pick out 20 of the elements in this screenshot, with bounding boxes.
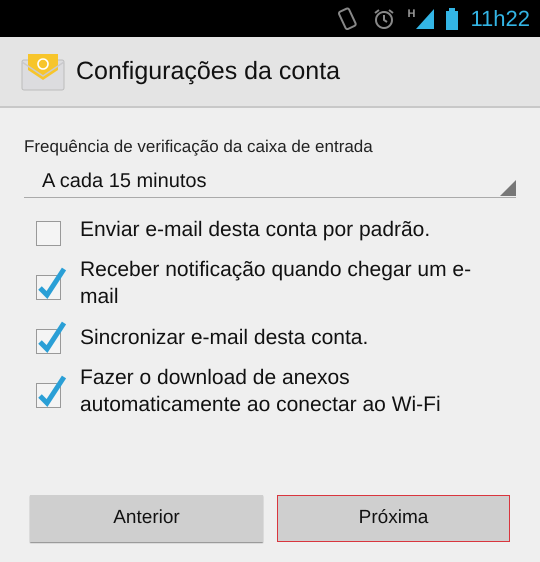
nav-button[interactable]: Anterior: [30, 495, 263, 542]
option-label: Fazer o download de anexos automaticamente ao conectar ao Wi-Fi: [80, 365, 442, 418]
signal-icon: [416, 8, 434, 28]
dropdown-triangle-icon: [500, 180, 516, 196]
checkbox[interactable]: [36, 320, 66, 354]
rotation-icon: [336, 6, 360, 32]
frequency-dropdown[interactable]: A cada 15 minutos: [24, 164, 516, 198]
email-envelope-icon: [20, 52, 66, 92]
option-label: Sincronizar e-mail desta conta.: [80, 324, 368, 350]
clock-time: 11h22: [470, 8, 530, 30]
frequency-label: Frequência de verificação da caixa de entrada: [24, 136, 374, 158]
alarm-clock-icon: [372, 6, 396, 30]
option-label: Receber notificação quando chegar um e-mail: [80, 257, 472, 310]
option-label: Enviar e-mail desta conta por padrão.: [80, 216, 430, 242]
checkbox[interactable]: [36, 266, 66, 300]
nav-button[interactable]: Próxima: [277, 495, 510, 542]
network-type: H: [408, 8, 416, 20]
header-title: Configurações da conta: [76, 56, 340, 87]
battery-icon: [446, 8, 458, 30]
checkbox[interactable]: [36, 374, 66, 408]
